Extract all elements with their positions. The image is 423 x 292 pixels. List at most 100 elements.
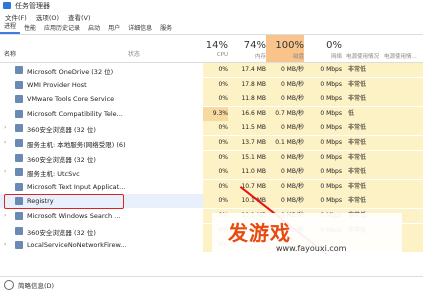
table-row[interactable]: ›360安全浏览器 (32 位)0%11.5 MB0 MB/秒0 Mbps非常低 bbox=[0, 121, 423, 135]
process-name: 360安全浏览器 (32 位) bbox=[27, 154, 96, 164]
network-cell: 0 Mbps bbox=[304, 63, 342, 77]
cpu-cell: 9.3% bbox=[203, 107, 228, 121]
memory-cell: 13.7 MB bbox=[228, 136, 266, 150]
power-trend-cell bbox=[380, 92, 423, 106]
annotation-highlight-box bbox=[4, 194, 124, 209]
process-name: 服务主机: UtcSvc bbox=[27, 168, 80, 178]
header-network[interactable]: 0% 网络 bbox=[304, 35, 342, 62]
disk-cell: 0 MB/秒 bbox=[266, 63, 304, 77]
network-cell: 0 Mbps bbox=[304, 121, 342, 135]
menu-view[interactable]: 查看(V) bbox=[68, 12, 91, 22]
cpu-cell: 0% bbox=[203, 194, 228, 208]
power-trend-cell bbox=[380, 194, 423, 208]
memory-cell: 17.8 MB bbox=[228, 78, 266, 92]
disk-cell: 0 MB/秒 bbox=[266, 151, 304, 165]
power-trend-cell bbox=[380, 78, 423, 92]
process-name: 360安全浏览器 (32 位) bbox=[27, 124, 96, 134]
memory-cell: 16.6 MB bbox=[228, 107, 266, 121]
process-icon bbox=[15, 124, 23, 132]
chevron-right-icon[interactable]: › bbox=[4, 168, 6, 175]
process-icon bbox=[15, 241, 23, 249]
header-disk[interactable]: 100% 磁盘 bbox=[266, 35, 304, 62]
table-row[interactable]: WMI Provider Host0%17.8 MB0 MB/秒0 Mbps非常… bbox=[0, 78, 423, 92]
table-row[interactable]: ›服务主机: UtcSvc0%11.0 MB0 MB/秒0 Mbps非常低 bbox=[0, 165, 423, 179]
table-row[interactable]: Microsoft OneDrive (32 位) 0%17.4 MB0 MB/秒… bbox=[0, 63, 423, 77]
menu-options[interactable]: 选项(O) bbox=[36, 12, 59, 22]
process-name: Microsoft OneDrive (32 位) bbox=[27, 66, 113, 76]
table-row[interactable]: VMware Tools Core Service 0%11.8 MB0 MB/秒… bbox=[0, 92, 423, 106]
tab-bar: 进程 性能 应用历史记录 启动 用户 详细信息 服务 bbox=[0, 22, 423, 35]
cpu-cell: 0% bbox=[203, 92, 228, 106]
disk-cell: 0 MB/秒 bbox=[266, 194, 304, 208]
header-power[interactable]: 电源使用情况 bbox=[342, 35, 380, 62]
header-cpu[interactable]: 14% CPU bbox=[203, 35, 228, 62]
table-row[interactable]: Microsoft Compatibility Tele...9.3%16.6 … bbox=[0, 107, 423, 121]
chevron-right-icon[interactable]: › bbox=[4, 212, 6, 219]
cpu-cell: 0% bbox=[203, 121, 228, 135]
table-row[interactable]: ›服务主机: 本地服务(网络受限) (6)0%13.7 MB0.1 MB/秒0 … bbox=[0, 136, 423, 150]
process-name: Microsoft Windows Search ... bbox=[27, 212, 120, 220]
disk-cell: 0.7 MB/秒 bbox=[266, 107, 304, 121]
memory-cell: 11.8 MB bbox=[228, 92, 266, 106]
network-cell: 0 Mbps bbox=[304, 165, 342, 179]
chevron-right-icon[interactable]: › bbox=[4, 124, 6, 131]
memory-cell: 17.4 MB bbox=[228, 63, 266, 77]
title-bar: 任务管理器 bbox=[0, 0, 423, 11]
watermark-logo: 发游戏 bbox=[228, 217, 291, 246]
power-trend-cell bbox=[380, 151, 423, 165]
process-icon bbox=[15, 95, 23, 103]
process-icon bbox=[15, 81, 23, 89]
header-memory[interactable]: 74% 内存 bbox=[228, 35, 266, 62]
column-header: 名称 状态 14% CPU 74% 内存 100% 磁盘 0% 网络 电源使用情… bbox=[0, 35, 423, 63]
disk-cell: 0 MB/秒 bbox=[266, 121, 304, 135]
chevron-up-icon[interactable] bbox=[4, 280, 14, 290]
process-name: 360安全浏览器 (32 位) bbox=[27, 227, 96, 237]
tab-services[interactable]: 服务 bbox=[156, 23, 176, 34]
tab-startup[interactable]: 启动 bbox=[84, 23, 104, 34]
network-cell: 0 Mbps bbox=[304, 78, 342, 92]
cpu-cell: 0% bbox=[203, 180, 228, 194]
tab-performance[interactable]: 性能 bbox=[20, 23, 40, 34]
cpu-cell: 0% bbox=[203, 78, 228, 92]
task-manager-icon bbox=[3, 2, 11, 9]
cpu-cell: 0% bbox=[203, 165, 228, 179]
memory-cell: 15.1 MB bbox=[228, 151, 266, 165]
chevron-right-icon[interactable]: › bbox=[4, 241, 6, 248]
process-name: WMI Provider Host bbox=[27, 81, 87, 89]
chevron-right-icon[interactable]: › bbox=[4, 139, 6, 146]
table-row[interactable]: Registry0%10.1 MB0 MB/秒0 Mbps非常低 bbox=[0, 194, 423, 208]
header-status[interactable]: 状态 bbox=[128, 35, 188, 62]
process-icon bbox=[15, 168, 23, 176]
process-icon bbox=[15, 66, 23, 74]
tab-details[interactable]: 详细信息 bbox=[124, 23, 156, 34]
process-name: LocalServiceNoNetworkFirew... bbox=[27, 241, 126, 249]
tab-processes[interactable]: 进程 bbox=[0, 21, 20, 34]
cpu-cell: 0% bbox=[203, 63, 228, 77]
menu-file[interactable]: 文件(F) bbox=[5, 12, 27, 22]
fewer-details-link[interactable]: 简略信息(D) bbox=[18, 280, 54, 290]
disk-cell: 0.1 MB/秒 bbox=[266, 136, 304, 150]
power-trend-cell bbox=[380, 63, 423, 77]
header-name[interactable]: 名称 bbox=[4, 35, 84, 62]
disk-cell: 0 MB/秒 bbox=[266, 78, 304, 92]
cpu-cell: 0% bbox=[203, 151, 228, 165]
process-icon bbox=[15, 110, 23, 118]
header-power-trend[interactable]: 电源使用情... bbox=[380, 35, 423, 62]
process-name: VMware Tools Core Service bbox=[27, 95, 114, 103]
power-trend-cell bbox=[380, 136, 423, 150]
watermark-url: www.fayouxi.com bbox=[276, 244, 346, 253]
watermark: 发游戏 www.fayouxi.com bbox=[212, 213, 402, 257]
process-icon bbox=[15, 154, 23, 162]
disk-cell: 0 MB/秒 bbox=[266, 92, 304, 106]
process-icon bbox=[15, 212, 23, 220]
power-trend-cell bbox=[380, 180, 423, 194]
table-row[interactable]: Microsoft Text Input Applicat...0%10.7 M… bbox=[0, 180, 423, 194]
network-cell: 0 Mbps bbox=[304, 107, 342, 121]
tab-app-history[interactable]: 应用历史记录 bbox=[40, 23, 84, 34]
disk-cell: 0 MB/秒 bbox=[266, 180, 304, 194]
cpu-cell: 0% bbox=[203, 136, 228, 150]
network-cell: 0 Mbps bbox=[304, 151, 342, 165]
tab-users[interactable]: 用户 bbox=[104, 23, 124, 34]
window-title: 任务管理器 bbox=[15, 1, 50, 11]
table-row[interactable]: 360安全浏览器 (32 位)0%15.1 MB0 MB/秒0 Mbps非常低 bbox=[0, 151, 423, 165]
